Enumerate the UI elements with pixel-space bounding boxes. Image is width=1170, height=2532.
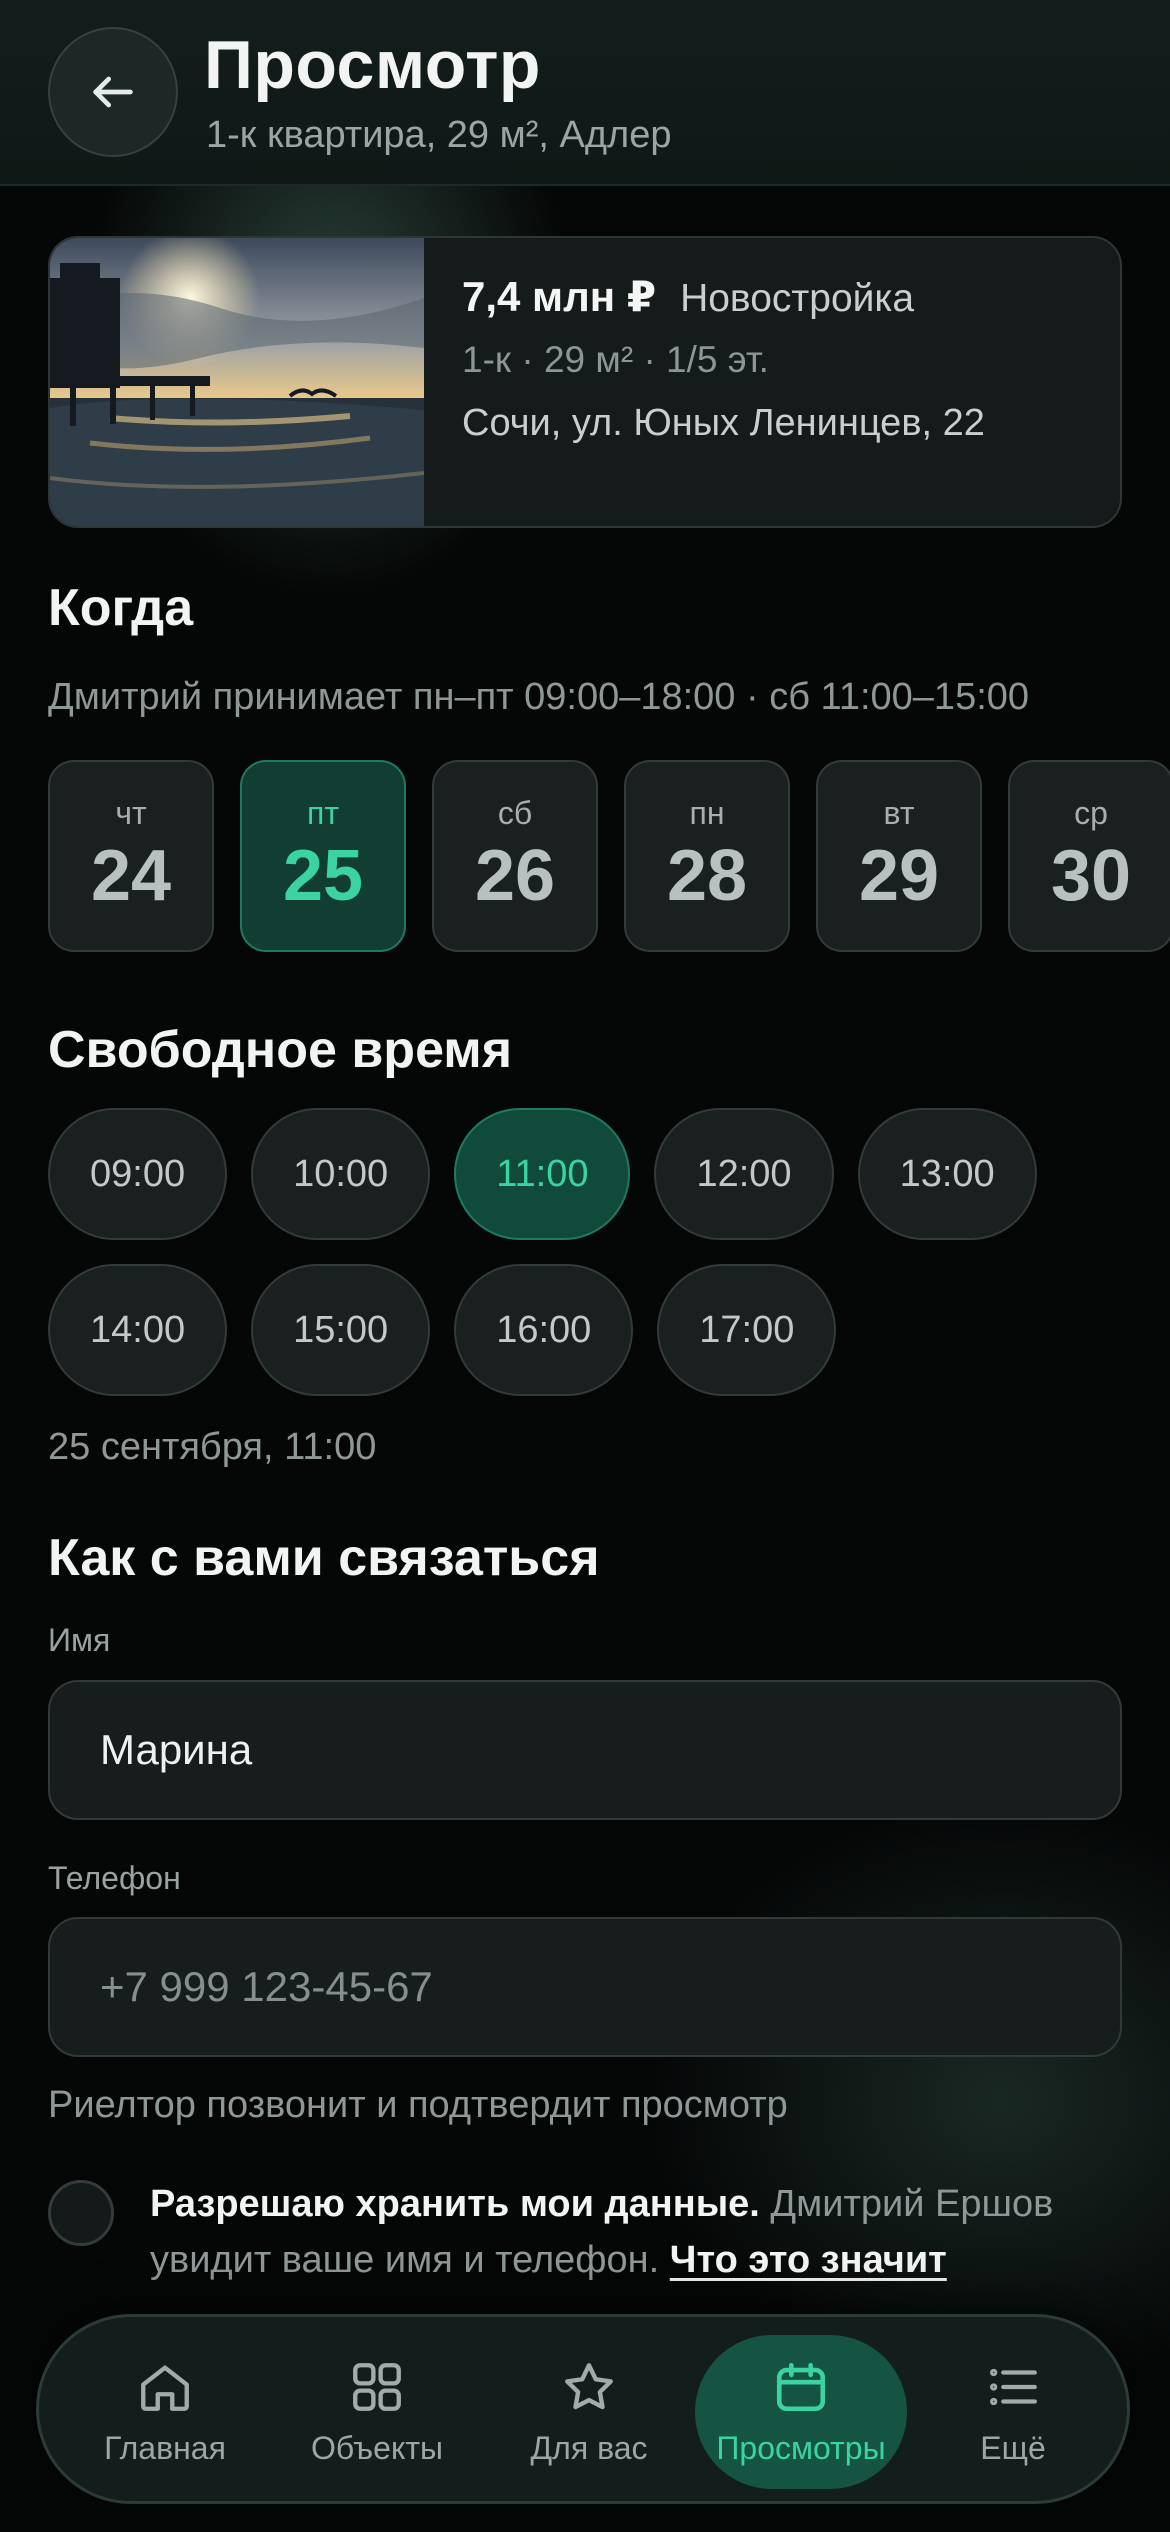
viewing-booking-screen: Просмотр 1-к квартира, 29 м², Адлер 7,4 … [0, 0, 1170, 2532]
consent-bold: Разрешаю хранить мои данные. [150, 2183, 760, 2225]
phone-hint: Риелтор позвонит и подтвердит просмотр [48, 2084, 788, 2126]
calendar-icon [776, 2362, 826, 2411]
page-subtitle: 1-к квартира, 29 м², Адлер [206, 114, 672, 156]
time-slot-selected[interactable]: 11:00 [454, 1108, 631, 1240]
listing-type: Новостройка [680, 277, 915, 320]
time-slot[interactable]: 17:00 [657, 1264, 837, 1396]
date-chip[interactable]: ср 30 [1008, 760, 1170, 952]
time-slot[interactable]: 13:00 [857, 1108, 1037, 1240]
page-title: Просмотр [204, 27, 541, 103]
date-picker: чт 24 пт 25 сб 26 пн 28 вт 29 ср 30 [48, 760, 1170, 952]
time-slot-list: 09:00 10:00 11:00 12:00 13:00 14:00 15:0… [48, 1108, 1108, 1396]
time-slot[interactable]: 15:00 [251, 1264, 431, 1396]
selection-summary: 25 сентября, 11:00 [48, 1426, 377, 1468]
tab-objects[interactable]: Объекты [271, 2335, 483, 2489]
phone-label: Телефон [48, 1860, 181, 1896]
section-title-free-time: Свободное время [48, 1021, 513, 1079]
listing-price: 7,4 млн ₽ [462, 273, 657, 320]
time-slot[interactable]: 14:00 [48, 1264, 228, 1396]
time-slot[interactable]: 12:00 [654, 1108, 834, 1240]
back-button[interactable] [48, 27, 178, 157]
star-icon [565, 2362, 613, 2409]
consent-link[interactable]: Что это значит [670, 2239, 947, 2281]
grid-icon [353, 2362, 401, 2411]
tab-home[interactable]: Главная [59, 2335, 271, 2489]
listing-info: 7,4 млн ₽ Новостройка 1-к · 29 м² · 1/5 … [462, 272, 1102, 451]
phone-field[interactable]: +7 999 123-45-67 [48, 1917, 1122, 2057]
date-chip[interactable]: сб 26 [432, 760, 598, 952]
header: Просмотр 1-к квартира, 29 м², Адлер [0, 0, 1170, 186]
section-title-contact: Как с вами связаться [48, 1529, 600, 1587]
home-icon [141, 2364, 189, 2411]
time-slot[interactable]: 10:00 [251, 1108, 431, 1240]
consent-text: Разрешаю хранить мои данные. Дмитрий Ерш… [150, 2176, 1130, 2288]
tab-viewings[interactable]: Просмотры [695, 2335, 907, 2489]
listing-card[interactable]: 7,4 млн ₽ Новостройка 1-к · 29 м² · 1/5 … [48, 236, 1122, 528]
listing-address: Сочи, ул. Юных Ленинцев, 22 [462, 402, 985, 444]
arrow-left-icon [93, 76, 133, 108]
schedule-hint: Дмитрий принимает пн–пт 09:00–18:00 · сб… [48, 676, 1030, 718]
time-slot[interactable]: 16:00 [454, 1264, 634, 1396]
bottom-tab-bar: Главная Объекты Для вас Просмотры Ещё [36, 2314, 1130, 2504]
listing-photo [50, 238, 424, 526]
date-chip-selected[interactable]: пт 25 [240, 760, 406, 952]
name-label: Имя [48, 1622, 111, 1658]
time-slot[interactable]: 09:00 [48, 1108, 228, 1240]
section-title-when: Когда [48, 579, 194, 637]
date-chip[interactable]: пн 28 [624, 760, 790, 952]
tab-for-you[interactable]: Для вас [483, 2335, 695, 2489]
name-field[interactable]: Марина [48, 1680, 1122, 1820]
tab-more[interactable]: Ещё [907, 2335, 1119, 2489]
list-icon [990, 2368, 1037, 2405]
consent-checkbox[interactable] [48, 2180, 114, 2246]
date-chip[interactable]: вт 29 [816, 760, 982, 952]
listing-params: 1-к · 29 м² · 1/5 эт. [462, 339, 769, 380]
date-chip[interactable]: чт 24 [48, 760, 214, 952]
